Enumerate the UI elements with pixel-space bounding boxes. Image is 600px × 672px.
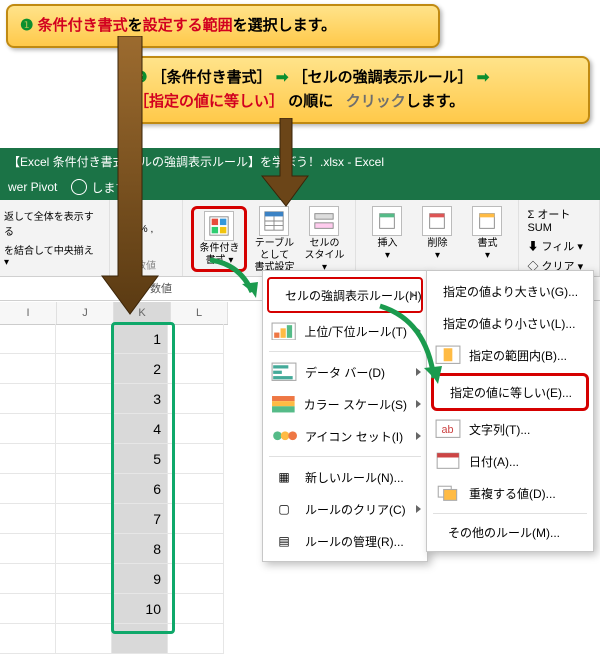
- callout-1-num: ❶: [20, 17, 33, 34]
- col-I[interactable]: I: [0, 302, 57, 324]
- cell-k1[interactable]: 1: [112, 324, 168, 354]
- cell-k5[interactable]: 5: [112, 444, 168, 474]
- tell-me[interactable]: しますか: [71, 179, 139, 196]
- col-K[interactable]: K: [114, 302, 171, 324]
- cell-k2[interactable]: 2: [112, 354, 168, 384]
- between-icon: [435, 345, 461, 365]
- data-bars-icon: [271, 362, 297, 382]
- conditional-formatting-button-highlight: 条件付き 書式 ▾: [191, 206, 247, 272]
- menu-item-new-rule[interactable]: ▦ 新しいルール(N)...: [263, 461, 427, 493]
- manage-rules-icon: ▤: [271, 531, 297, 551]
- grid: 1 2 3 4 5 6 7 8 9 10: [0, 324, 224, 654]
- menu-item-top-bottom[interactable]: 上位/下位ルール(T): [263, 315, 427, 347]
- titlebar-text: 【Excel 条件付き書式 セルの強調表示ルール】を学ぼう！.xlsx - Ex…: [8, 153, 384, 170]
- conditional-format-menu: セルの強調表示ルール(H) 上位/下位ルール(T) データ バー(D) カラー …: [262, 270, 428, 562]
- bulb-icon: [71, 179, 87, 195]
- cell-k9[interactable]: 9: [112, 564, 168, 594]
- group-label-number: 数値: [136, 257, 156, 272]
- menu-item-equal-to[interactable]: 指定の値に等しい(E)...: [431, 373, 589, 411]
- menu-item-less-than[interactable]: 指定の値より小さい(L)...: [427, 307, 593, 339]
- group-label-number-2: 数値: [150, 280, 172, 296]
- new-rule-icon: ▦: [271, 467, 297, 487]
- column-headers: I J K L: [0, 302, 228, 325]
- cell-k8[interactable]: 8: [112, 534, 168, 564]
- tab-power-pivot[interactable]: wer Pivot: [8, 180, 57, 194]
- top-bottom-icon: [271, 321, 296, 341]
- table-icon: [259, 206, 289, 236]
- menu-item-date[interactable]: 日付(A)...: [427, 445, 593, 477]
- color-scales-icon: [271, 394, 296, 414]
- clear-rules-icon: ▢: [271, 499, 297, 519]
- cell-k4[interactable]: 4: [112, 414, 168, 444]
- insert-button[interactable]: 挿入 ▾: [364, 206, 410, 262]
- menu-item-duplicate[interactable]: 重複する値(D)...: [427, 477, 593, 509]
- conditional-formatting-button[interactable]: 条件付き 書式 ▾: [196, 211, 242, 267]
- callout-1: ❶ 条件付き書式を設定する範囲を選択します。: [6, 4, 440, 48]
- cell-styles-button[interactable]: セルの スタイル ▾: [301, 206, 347, 274]
- cell-styles-icon: [309, 206, 339, 236]
- menu-item-clear-rules[interactable]: ▢ ルールのクリア(C): [263, 493, 427, 525]
- callout-2: ❷ ［条件付き書式］ ➡ ［セルの強調表示ルール］ ➡ ［指定の値に等しい］ の…: [120, 56, 590, 124]
- wrap-text-btn[interactable]: 返して全体を表示する: [4, 208, 101, 238]
- cell-k7[interactable]: 7: [112, 504, 168, 534]
- callout-2-num: ❷: [134, 69, 147, 86]
- col-J[interactable]: J: [57, 302, 114, 324]
- fill-button[interactable]: ⬇ フィル ▾: [527, 238, 582, 254]
- cell-k3[interactable]: 3: [112, 384, 168, 414]
- menu-item-more-rules[interactable]: その他のルール(M)...: [427, 518, 593, 547]
- ribbon: 返して全体を表示する を結合して中央揃え ▾ % , 数値 条件付き 書式 ▾ …: [0, 200, 600, 277]
- cell-k6[interactable]: 6: [112, 474, 168, 504]
- menu-item-highlight-rules[interactable]: セルの強調表示ルール(H): [267, 277, 423, 313]
- delete-button[interactable]: 削除 ▾: [414, 206, 460, 262]
- stage: { "callouts": { "one_num": "❶", "one_a":…: [0, 0, 600, 672]
- date-icon: [435, 451, 461, 471]
- svg-text:ab: ab: [442, 424, 454, 436]
- menu-item-between[interactable]: 指定の範囲内(B)...: [427, 339, 593, 371]
- cell-k10[interactable]: 10: [112, 594, 168, 624]
- format-icon: [472, 206, 502, 236]
- menu-item-color-scales[interactable]: カラー スケール(S): [263, 388, 427, 420]
- callout-1-a: 条件付き書式: [38, 17, 128, 34]
- menu-item-manage-rules[interactable]: ▤ ルールの管理(R)...: [263, 525, 427, 557]
- icon-sets-icon: [271, 426, 297, 446]
- duplicate-icon: [435, 483, 461, 503]
- autosum-button[interactable]: Σ オート SUM: [527, 206, 591, 234]
- menu-item-text-contains[interactable]: ab 文字列(T)...: [427, 413, 593, 445]
- titlebar: 【Excel 条件付き書式 セルの強調表示ルール】を学ぼう！.xlsx - Ex…: [0, 148, 600, 174]
- conditional-formatting-icon: [204, 211, 234, 241]
- col-L[interactable]: L: [171, 302, 228, 324]
- ribbon-tab-row: wer Pivot しますか: [0, 174, 600, 200]
- format-button[interactable]: 書式 ▾: [464, 206, 510, 262]
- percent-btn[interactable]: % ,: [139, 224, 153, 235]
- menu-item-data-bars[interactable]: データ バー(D): [263, 356, 427, 388]
- merge-center-btn[interactable]: を結合して中央揃え ▾: [4, 242, 101, 268]
- text-contains-icon: ab: [435, 419, 461, 439]
- menu-item-greater-than[interactable]: 指定の値より大きい(G)...: [427, 275, 593, 307]
- delete-icon: [422, 206, 452, 236]
- highlight-rules-submenu: 指定の値より大きい(G)... 指定の値より小さい(L)... 指定の範囲内(B…: [426, 270, 594, 552]
- insert-icon: [372, 206, 402, 236]
- menu-item-icon-sets[interactable]: アイコン セット(I): [263, 420, 427, 452]
